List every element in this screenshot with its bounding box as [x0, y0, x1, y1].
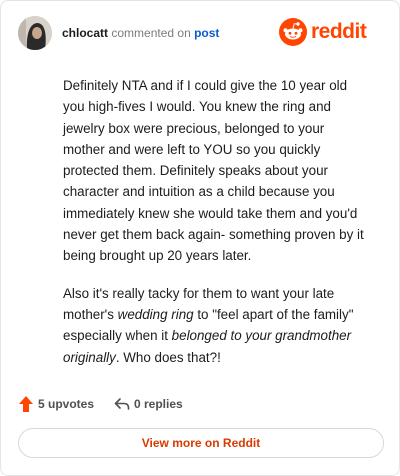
comment-body: Definitely NTA and if I could give the 1…: [63, 75, 367, 384]
comment-emphasis: wedding ring: [117, 306, 194, 322]
comment-text: . Who does that?!: [115, 349, 221, 365]
username-link[interactable]: chlocatt: [62, 26, 108, 40]
post-link[interactable]: post: [194, 26, 219, 40]
avatar-photo-icon: [18, 16, 52, 50]
action-text: commented on: [111, 26, 191, 40]
upvote-arrow-icon: [19, 396, 33, 412]
comment-paragraph-2: Also it's really tacky for them to want …: [63, 283, 367, 368]
reddit-snoo-icon: [279, 18, 307, 46]
view-more-button[interactable]: View more on Reddit: [18, 428, 384, 458]
view-more-label: View more on Reddit: [141, 436, 261, 450]
avatar[interactable]: [18, 16, 52, 50]
comment-embed-card: chlocatt commented on post reddit Defini…: [0, 0, 400, 476]
reply-count: 0 replies: [134, 397, 183, 411]
reddit-logo[interactable]: reddit: [279, 18, 383, 46]
reply-arrow-icon: [114, 398, 130, 410]
upvote-count: 5 upvotes: [38, 397, 95, 411]
reddit-wordmark: reddit: [311, 20, 367, 43]
comment-paragraph-1: Definitely NTA and if I could give the 1…: [63, 78, 364, 264]
comment-header: chlocatt commented on post reddit: [18, 16, 383, 50]
comment-meta: chlocatt commented on post: [62, 26, 219, 40]
